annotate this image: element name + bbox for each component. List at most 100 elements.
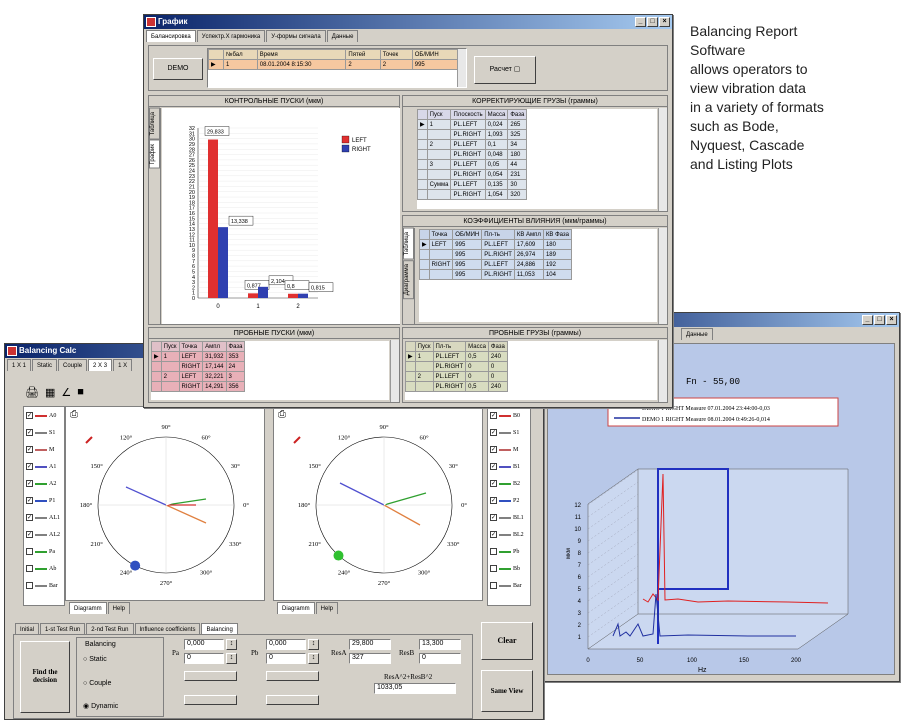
clear-button[interactable]: Clear <box>481 622 533 660</box>
tab-help-left[interactable]: Help <box>107 602 131 614</box>
pa-value-field[interactable]: 0,000 <box>184 639 224 650</box>
trace-item[interactable]: Bb <box>488 560 530 577</box>
trace-item[interactable]: ✓ B0 <box>488 407 530 424</box>
trace-checkbox[interactable] <box>26 582 33 589</box>
trace-item[interactable]: ✓ AL1 <box>24 509 64 526</box>
tab-2x3[interactable]: 2 X 3 <box>88 359 113 371</box>
pb-pick-button[interactable]: ↕ <box>308 639 319 650</box>
trace-item[interactable]: ✓ A1 <box>24 458 64 475</box>
trace-checkbox[interactable]: ✓ <box>26 497 33 504</box>
kv-scrollbar[interactable] <box>658 228 667 324</box>
chart-icon[interactable]: ▦ <box>45 386 55 399</box>
trace-item[interactable]: Bar <box>24 577 64 594</box>
table-row[interactable]: 2 PL.LEFT 0,1 34 <box>417 139 528 150</box>
trace-item[interactable]: ✓ A0 <box>24 407 64 424</box>
table-cell[interactable]: 08.01.2004 8:15:30 <box>256 59 347 70</box>
formula-value-field[interactable]: 1033,05 <box>374 683 456 694</box>
trace-checkbox[interactable]: ✓ <box>490 412 497 419</box>
table-row[interactable]: 3 PL.LEFT 0,05 44 <box>417 159 528 170</box>
pb-value-field[interactable]: 0,000 <box>266 639 306 650</box>
table-cell[interactable]: 2 <box>379 59 413 70</box>
table-row[interactable]: Сумма PL.LEFT 0,135 30 <box>417 179 528 190</box>
table-cell[interactable]: 995 <box>411 59 459 70</box>
pa-phase-pick-button[interactable]: ↕ <box>226 653 237 664</box>
pa-phase-field[interactable]: 0 <box>184 653 224 664</box>
radio-dynamic[interactable]: ◉ Dynamic <box>83 702 118 710</box>
trace-item[interactable]: ✓ AL2 <box>24 526 64 543</box>
trace-checkbox[interactable]: ✓ <box>26 429 33 436</box>
trace-item[interactable]: ✓ A2 <box>24 475 64 492</box>
trace-checkbox[interactable] <box>26 565 33 572</box>
pa-pick-button[interactable]: ↕ <box>226 639 237 650</box>
table-cell[interactable]: 1 <box>223 59 258 70</box>
tab-1x1[interactable]: 1 X 1 <box>7 359 32 371</box>
minimize-icon[interactable]: _ <box>862 315 873 325</box>
trace-checkbox[interactable]: ✓ <box>26 480 33 487</box>
trace-checkbox[interactable]: ✓ <box>26 463 33 470</box>
vtab-table[interactable]: Таблица <box>149 108 160 140</box>
table-row[interactable]: RIGHT 14,291 356 <box>151 381 246 392</box>
table-row[interactable]: ▶ 1 PL.LEFT 0,024 265 <box>417 119 528 130</box>
trace-item[interactable]: ✓ M <box>24 441 64 458</box>
raschet-button[interactable]: Расчет ▢ <box>474 56 536 84</box>
table-row[interactable]: RIGHT 17,144 24 <box>151 361 246 372</box>
trace-checkbox[interactable]: ✓ <box>26 446 33 453</box>
tab-diagramm-left[interactable]: Diagramm <box>69 602 107 614</box>
trace-checkbox[interactable]: ✓ <box>26 514 33 521</box>
tab-couple[interactable]: Couple <box>58 359 88 371</box>
table-row[interactable]: PL.RIGHT 0,5 240 <box>405 381 508 392</box>
resa-phase-field[interactable]: 327 <box>349 653 391 664</box>
graph-icon[interactable]: ∠ <box>61 386 71 399</box>
trace-checkbox[interactable] <box>490 565 497 572</box>
same-view-button[interactable]: Same View <box>481 670 533 712</box>
table-row[interactable]: 2 PL.LEFT 0 0 <box>405 371 508 382</box>
kg-scrollbar[interactable] <box>658 108 667 211</box>
table-row[interactable]: PL.RIGHT 0,048 180 <box>417 149 528 160</box>
trace-checkbox[interactable]: ✓ <box>490 429 497 436</box>
trace-item[interactable]: ✓ P2 <box>488 492 530 509</box>
pb-phase-pick-button[interactable]: ↕ <box>308 653 319 664</box>
resb-value-field[interactable]: 13,300 <box>419 639 461 650</box>
demo-button[interactable]: DEMO <box>153 58 203 80</box>
resa-value-field[interactable]: 29,800 <box>349 639 391 650</box>
print-icon[interactable]: 🖨 <box>25 386 39 399</box>
trace-item[interactable]: Pb <box>488 543 530 560</box>
trace-item[interactable]: Pa <box>24 543 64 560</box>
close-icon[interactable]: × <box>659 17 670 27</box>
table-row[interactable]: RIGHT 995 PL.LEFT 24,886 192 <box>419 259 573 270</box>
trace-item[interactable]: ✓ P1 <box>24 492 64 509</box>
table-row[interactable]: ▶ 1 PL.LEFT 0,5 240 <box>405 351 508 362</box>
row-selector-icon[interactable]: ▶ <box>207 59 225 70</box>
menu-data[interactable]: Данные <box>326 30 359 42</box>
table-row[interactable]: PL.RIGHT 0,054 231 <box>417 169 528 180</box>
trace-item[interactable]: ✓ B2 <box>488 475 530 492</box>
menu-balancing[interactable]: Балансировка <box>146 30 196 42</box>
minimize-icon[interactable]: _ <box>635 17 646 27</box>
trace-checkbox[interactable]: ✓ <box>490 497 497 504</box>
trace-checkbox[interactable] <box>490 548 497 555</box>
trace-item[interactable]: ✓ S1 <box>24 424 64 441</box>
tab-help-right[interactable]: Help <box>315 602 339 614</box>
trace-checkbox[interactable]: ✓ <box>490 531 497 538</box>
table-row[interactable]: 995 PL.RIGHT 11,053 104 <box>419 269 573 280</box>
find-decision-button[interactable]: Find the decision <box>20 641 70 713</box>
close-icon[interactable]: × <box>886 315 897 325</box>
trace-checkbox[interactable]: ✓ <box>26 412 33 419</box>
resb-phase-field[interactable]: 0 <box>419 653 461 664</box>
table-row[interactable]: PL.RIGHT 1,093 325 <box>417 129 528 140</box>
trace-checkbox[interactable]: ✓ <box>490 463 497 470</box>
tab-1x[interactable]: 1 X <box>113 359 133 371</box>
print-icon[interactable]: ⎙ <box>278 409 286 420</box>
radio-static[interactable]: ○ Static <box>83 656 107 663</box>
maximize-icon[interactable]: □ <box>647 17 658 27</box>
vtab-kv-diagram[interactable]: Диаграмма <box>403 259 414 299</box>
trace-checkbox[interactable]: ✓ <box>490 480 497 487</box>
trace-checkbox[interactable]: ✓ <box>490 446 497 453</box>
radio-couple[interactable]: ○ Couple <box>83 680 111 687</box>
table-cell[interactable]: 2 <box>345 59 381 70</box>
table-row[interactable]: ▶ 1 LEFT 31,932 353 <box>151 351 246 362</box>
trace-item[interactable]: ✓ BL1 <box>488 509 530 526</box>
trace-checkbox[interactable] <box>26 548 33 555</box>
trace-item[interactable]: Bar <box>488 577 530 594</box>
trace-item[interactable]: ✓ B1 <box>488 458 530 475</box>
